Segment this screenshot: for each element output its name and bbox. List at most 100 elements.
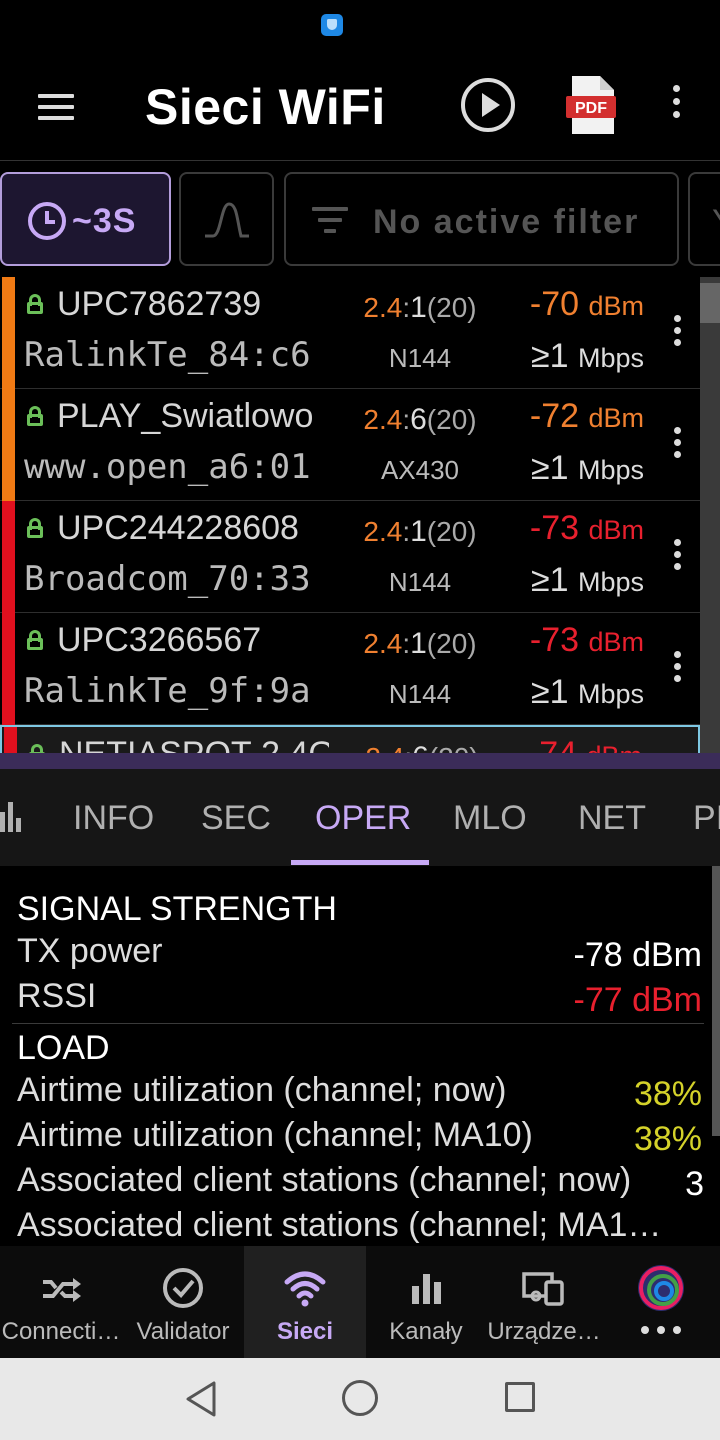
tab-more[interactable]: PI (693, 799, 720, 838)
airtime-ma-value: 38% (633, 1120, 702, 1158)
network-row[interactable]: UPC3266567 RalinkTe_9f:9a 2.4:1(20) N144 -73… (0, 613, 700, 725)
signal-level-bar (2, 501, 15, 613)
nav-connection[interactable]: Connecti… (0, 1246, 122, 1358)
network-standard: AX430 (380, 455, 460, 485)
signal-level-bar (2, 613, 15, 725)
network-ssid: UPC3266567 (57, 621, 262, 659)
channel-band: 2.4 (365, 742, 404, 753)
network-rate: ≥1 Mbps (531, 561, 644, 600)
menu-icon[interactable] (38, 94, 74, 120)
home-icon[interactable] (342, 1380, 378, 1416)
network-signal: -73 dBm (530, 509, 644, 548)
nav-validator[interactable]: Validator (122, 1246, 244, 1358)
lock-icon (27, 518, 43, 538)
signal-value: -73 (529, 621, 580, 659)
nav-connection-label: Connecti… (1, 1318, 121, 1345)
network-row[interactable]: UPC244228608 Broadcom_70:33 2.4:1(20) N144 -… (0, 501, 700, 613)
filter-chip[interactable]: No active filter (284, 172, 679, 266)
lock-icon (29, 744, 45, 753)
signal-value: -73 (529, 509, 580, 547)
nav-networks-label: Sieci (276, 1318, 334, 1345)
network-ssid: PLAY_Swiatlowo (57, 397, 314, 435)
chart-tab-icon[interactable] (0, 802, 21, 832)
network-standard: N144 (388, 679, 452, 709)
nav-more[interactable] (602, 1246, 720, 1358)
wifi-icon (284, 1271, 326, 1307)
rate-unit: Mbps (577, 567, 644, 597)
network-row[interactable]: PLAY_Swiatlowo www.open_a6:01 2.4:6(20) AX4… (0, 389, 700, 501)
filter-icon (312, 207, 348, 235)
more-app-icon (638, 1265, 684, 1311)
extra-chip-label: Y (712, 203, 720, 242)
back-icon[interactable] (184, 1380, 220, 1418)
network-row[interactable]: UPC7862739 RalinkTe_84:c6 2.4:1(20) N144 -70… (0, 277, 700, 389)
signal-level-bar (4, 727, 17, 753)
overflow-menu-icon[interactable] (668, 85, 684, 125)
network-vendor: RalinkTe_9f:9a (24, 671, 311, 711)
nav-channels[interactable]: Kanały (366, 1246, 486, 1358)
tx-power-value: -78 dBm (573, 936, 703, 974)
rssi-value: -77 dBm (573, 981, 703, 1019)
tab-mlo[interactable]: MLO (453, 799, 527, 838)
bottom-navigation: Connecti… Validator Sieci Kanały Urządze… (0, 1246, 720, 1358)
filter-label: No active filter (373, 203, 640, 241)
rate-value: ≥1 (530, 673, 569, 711)
network-signal: -72 dBm (530, 397, 644, 436)
airtime-now-value: 38% (633, 1075, 702, 1113)
scan-interval-label: ~3S (72, 202, 137, 240)
row-menu-icon[interactable] (672, 651, 682, 687)
signal-curve-icon (205, 202, 249, 238)
row-menu-icon[interactable] (672, 315, 682, 351)
clients-now-label: Associated client stations (channel; now… (17, 1161, 632, 1199)
load-heading: LOAD (17, 1029, 110, 1067)
play-icon[interactable] (460, 77, 516, 133)
network-channel: 2.4:1(20) (363, 515, 477, 548)
nav-devices[interactable]: Urządze… (486, 1246, 602, 1358)
detail-tabs: INFO SEC OPER MLO NET PI (0, 769, 720, 866)
network-ssid: UPC7862739 (57, 285, 262, 323)
tab-oper[interactable]: OPER (315, 799, 411, 838)
network-standard: N144 (388, 567, 452, 597)
status-bar (0, 0, 720, 50)
rate-unit: Mbps (577, 455, 644, 485)
shield-icon (321, 14, 343, 36)
extra-chip[interactable]: Y (688, 172, 720, 266)
pdf-icon[interactable]: PDF (566, 74, 618, 136)
channel-band: 2.4 (363, 292, 403, 323)
tab-info[interactable]: INFO (73, 799, 154, 838)
rate-value: ≥1 (530, 337, 569, 375)
nav-networks[interactable]: Sieci (244, 1246, 366, 1358)
svg-text:PDF: PDF (575, 100, 607, 117)
signal-value: -74 (528, 735, 577, 753)
row-menu-icon[interactable] (672, 427, 682, 463)
channel-band: 2.4 (363, 404, 403, 435)
network-row[interactable]: NETIASPOT-2.4G 2.4:6(20) -74 dBm (0, 725, 700, 753)
details-scrollbar[interactable] (712, 866, 720, 1136)
network-list[interactable]: UPC7862739 RalinkTe_84:c6 2.4:1(20) N144 -70… (0, 277, 700, 753)
channel-number: 6 (410, 403, 427, 436)
rate-value: ≥1 (530, 449, 569, 487)
rate-unit: Mbps (577, 343, 644, 373)
details-panel[interactable]: SIGNAL STRENGTH TX power -78 dBm RSSI -7… (0, 866, 712, 1246)
bar-chart-icon (412, 1274, 441, 1304)
network-rate: ≥1 Mbps (531, 673, 644, 712)
rate-unit: Mbps (577, 679, 644, 709)
network-vendor: Broadcom_70:33 (24, 559, 311, 599)
network-ssid: UPC244228608 (57, 509, 299, 547)
tab-sec[interactable]: SEC (201, 799, 271, 838)
channel-number: 1 (410, 291, 427, 324)
recents-icon[interactable] (505, 1382, 535, 1412)
channel-width: (20) (426, 292, 477, 323)
graph-chip[interactable] (179, 172, 274, 266)
row-menu-icon[interactable] (672, 539, 682, 575)
signal-unit: dBm (588, 291, 644, 321)
signal-value: -70 (529, 285, 580, 323)
scan-interval-chip[interactable]: ~3S (0, 172, 171, 266)
list-scrollbar[interactable] (700, 277, 720, 753)
section-divider (12, 1023, 704, 1024)
tab-net[interactable]: NET (578, 799, 646, 838)
signal-unit: dBm (588, 403, 644, 433)
lock-icon (27, 406, 43, 426)
panel-divider[interactable] (0, 753, 720, 769)
rate-value: ≥1 (530, 561, 569, 599)
